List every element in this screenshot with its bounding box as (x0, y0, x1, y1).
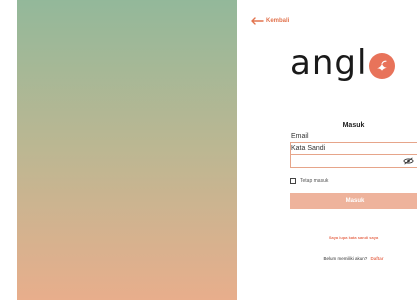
remember-label: Tetap masuk (300, 178, 329, 184)
password-field[interactable] (290, 154, 417, 173)
bird-logo-icon (369, 53, 396, 79)
forgot-password-link[interactable]: Saya lupa kata sandi saya (290, 235, 417, 240)
remember-checkbox[interactable] (290, 178, 296, 184)
remember-me[interactable]: Tetap masuk (290, 178, 328, 184)
back-link-label: Kembali (266, 18, 290, 24)
password-input[interactable] (291, 160, 417, 173)
brand-logo: angl (290, 43, 396, 83)
password-label: Kata Sandi (291, 145, 326, 152)
form-title: Masuk (342, 122, 365, 129)
signup-prompt: Belum memiliki akun? Daftar (290, 256, 417, 261)
logo-text: angl (290, 43, 368, 83)
login-button[interactable]: Masuk (290, 193, 417, 209)
email-label: Email (291, 133, 309, 140)
eye-off-icon[interactable] (403, 157, 414, 165)
hero-gradient-panel (17, 0, 237, 300)
signup-link[interactable]: Daftar (371, 256, 384, 261)
arrow-left-icon (251, 17, 264, 25)
back-link[interactable]: Kembali (250, 17, 289, 25)
no-account-text: Belum memiliki akun? (323, 256, 368, 261)
